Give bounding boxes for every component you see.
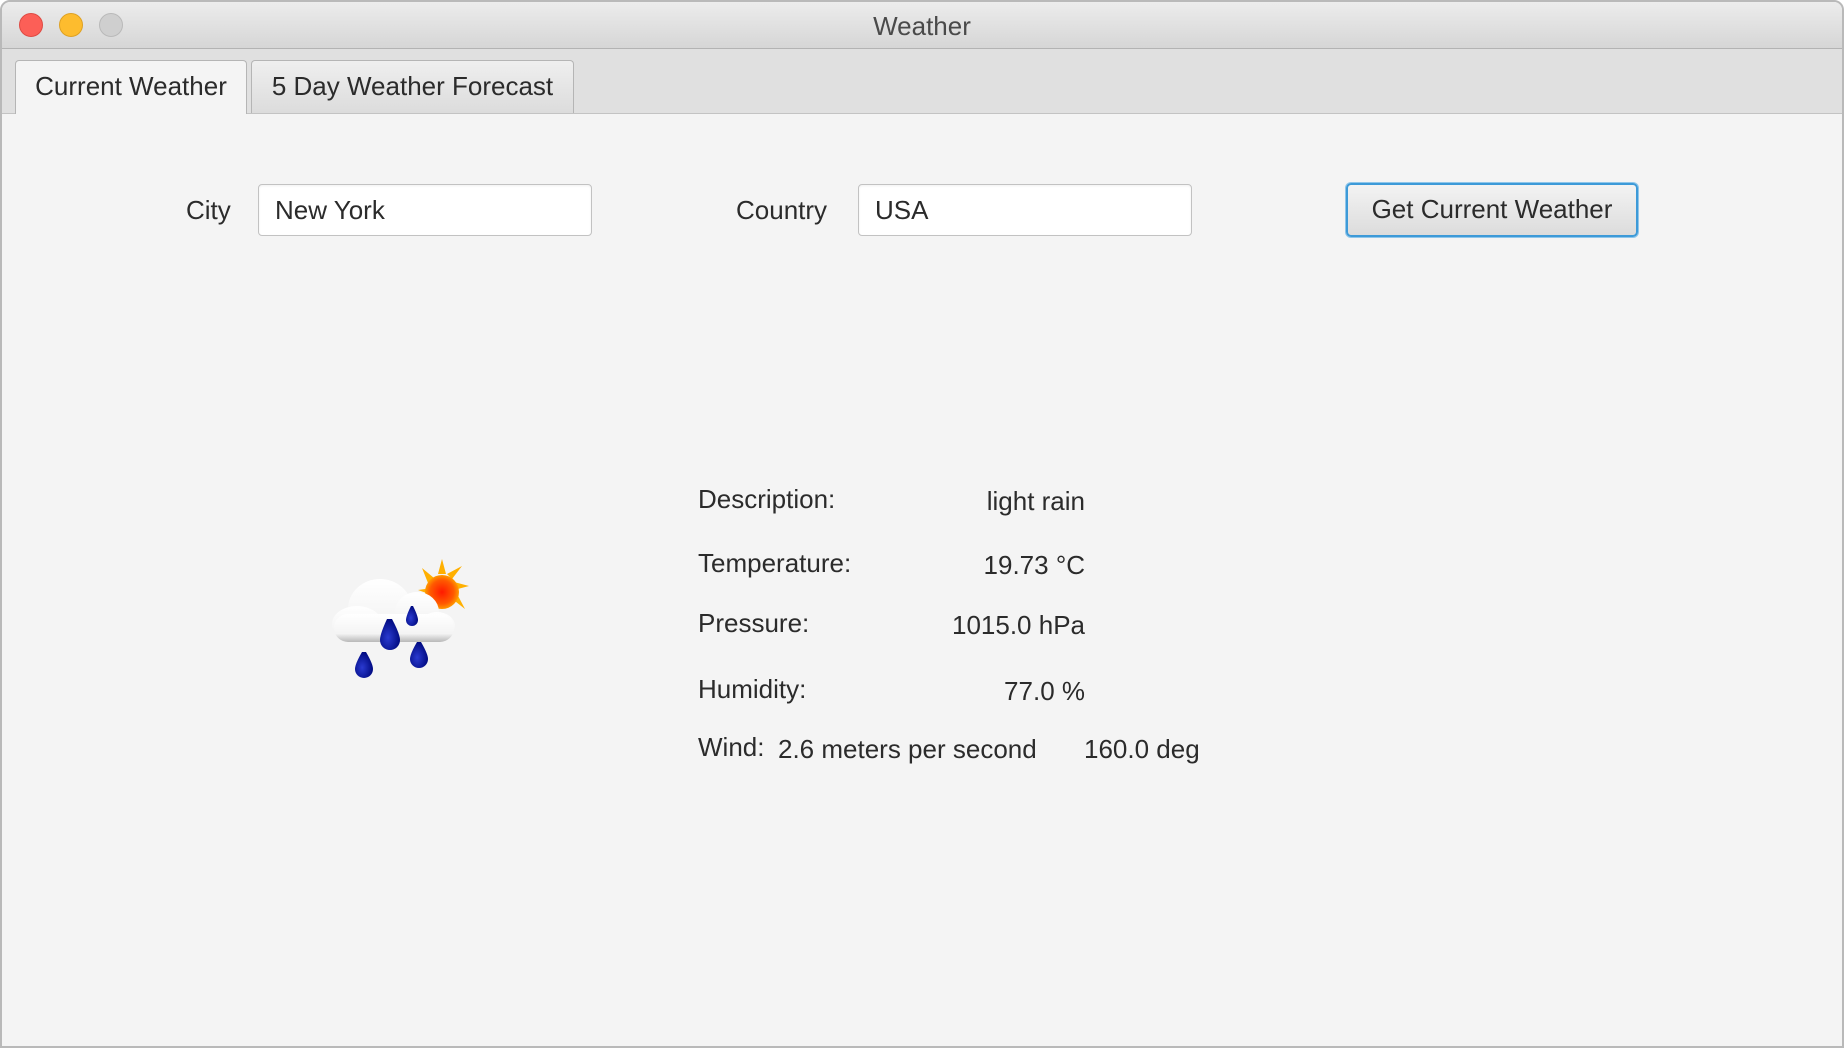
city-input[interactable] [258,184,592,236]
pressure-label: Pressure: [698,608,810,638]
get-current-weather-button[interactable]: Get Current Weather [1346,183,1638,237]
wind-label: Wind: [698,732,765,762]
temperature-label: Temperature: [698,548,852,578]
country-input[interactable] [858,184,1192,236]
city-label: City [186,195,231,225]
country-label: Country [736,195,828,225]
tab-current-weather[interactable]: Current Weather [15,60,247,114]
pressure-value: 1015.0 hPa [951,610,1085,640]
tab-bar: Current Weather 5 Day Weather Forecast [2,49,1842,114]
light-rain-sun-icon [332,559,469,678]
description-value: light rain [986,486,1085,516]
app-window: Weather Current Weather 5 Day Weather Fo… [0,0,1844,1048]
humidity-value: 77.0 % [1004,676,1085,706]
window-title: Weather [873,11,971,41]
title-bar[interactable]: Weather [2,2,1842,49]
current-weather-panel: City Country Get Current Weather [2,114,1842,1046]
humidity-label: Humidity: [698,674,807,704]
wind-direction-value: 160.0 deg [1084,734,1200,764]
tab-5-day-forecast[interactable]: 5 Day Weather Forecast [251,60,574,113]
description-label: Description: [698,484,836,514]
wind-speed-value: 2.6 meters per second [778,734,1037,764]
temperature-value: 19.73 °C [983,550,1085,580]
